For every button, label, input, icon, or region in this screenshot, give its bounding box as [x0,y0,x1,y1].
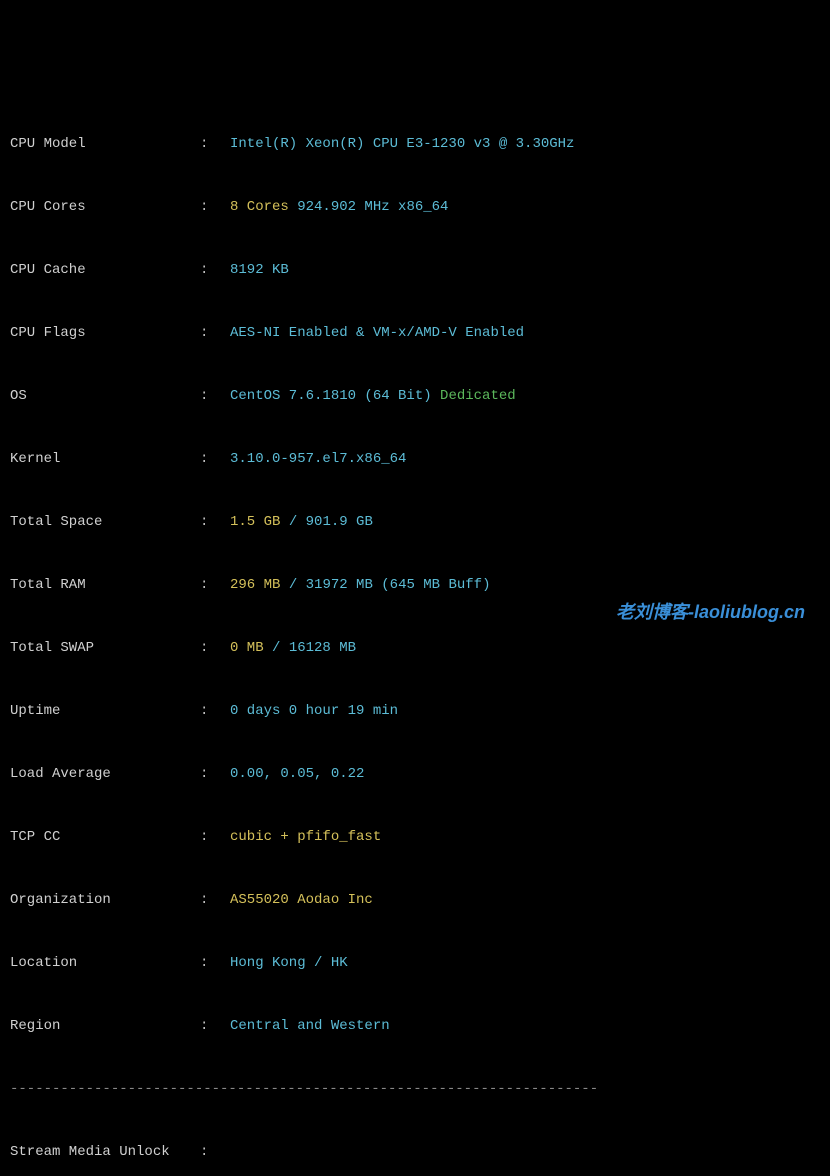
region-label: Region [10,1016,200,1037]
tcp-cc-row: TCP CC : cubic + pfifo_fast [10,827,820,848]
colon: : [200,134,230,155]
load-avg-row: Load Average : 0.00, 0.05, 0.22 [10,764,820,785]
cpu-model-row: CPU Model : Intel(R) Xeon(R) CPU E3-1230… [10,134,820,155]
total-ram-value: 296 MB / 31972 MB (645 MB Buff) [230,575,820,596]
total-swap-value: 0 MB / 16128 MB [230,638,820,659]
total-space-label: Total Space [10,512,200,533]
stream-header: Stream Media Unlock [10,1142,200,1163]
region-row: Region : Central and Western [10,1016,820,1037]
colon: : [200,260,230,281]
colon: : [200,701,230,722]
location-label: Location [10,953,200,974]
colon: : [200,827,230,848]
tcp-cc-value: cubic + pfifo_fast [230,827,820,848]
cpu-model-label: CPU Model [10,134,200,155]
stream-header-row: Stream Media Unlock : [10,1142,820,1163]
total-swap-label: Total SWAP [10,638,200,659]
kernel-value: 3.10.0-957.el7.x86_64 [230,449,820,470]
cpu-cores-value: 8 Cores 924.902 MHz x86_64 [230,197,820,218]
total-space-row: Total Space : 1.5 GB / 901.9 GB [10,512,820,533]
location-row: Location : Hong Kong / HK [10,953,820,974]
colon: : [200,1016,230,1037]
location-value: Hong Kong / HK [230,953,820,974]
total-ram-row: Total RAM : 296 MB / 31972 MB (645 MB Bu… [10,575,820,596]
os-row: OS : CentOS 7.6.1810 (64 Bit) Dedicated [10,386,820,407]
kernel-row: Kernel : 3.10.0-957.el7.x86_64 [10,449,820,470]
divider: ----------------------------------------… [10,1079,820,1100]
total-ram-label: Total RAM [10,575,200,596]
cpu-flags-value: AES-NI Enabled & VM-x/AMD-V Enabled [230,323,820,344]
uptime-label: Uptime [10,701,200,722]
colon: : [200,449,230,470]
load-avg-value: 0.00, 0.05, 0.22 [230,764,820,785]
colon: : [200,764,230,785]
cpu-cache-row: CPU Cache : 8192 KB [10,260,820,281]
total-space-value: 1.5 GB / 901.9 GB [230,512,820,533]
kernel-label: Kernel [10,449,200,470]
colon: : [200,638,230,659]
colon: : [200,386,230,407]
colon: : [200,953,230,974]
os-value: CentOS 7.6.1810 (64 Bit) Dedicated [230,386,820,407]
tcp-cc-label: TCP CC [10,827,200,848]
cpu-cache-label: CPU Cache [10,260,200,281]
org-label: Organization [10,890,200,911]
watermark: 老刘博客-laoliublog.cn [616,599,805,626]
cpu-flags-label: CPU Flags [10,323,200,344]
cpu-cores-row: CPU Cores : 8 Cores 924.902 MHz x86_64 [10,197,820,218]
cpu-model-value: Intel(R) Xeon(R) CPU E3-1230 v3 @ 3.30GH… [230,134,820,155]
cpu-flags-row: CPU Flags : AES-NI Enabled & VM-x/AMD-V … [10,323,820,344]
os-label: OS [10,386,200,407]
colon: : [200,197,230,218]
colon: : [200,575,230,596]
cpu-cores-label: CPU Cores [10,197,200,218]
uptime-value: 0 days 0 hour 19 min [230,701,820,722]
colon: : [200,512,230,533]
load-avg-label: Load Average [10,764,200,785]
org-value: AS55020 Aodao Inc [230,890,820,911]
colon: : [200,890,230,911]
uptime-row: Uptime : 0 days 0 hour 19 min [10,701,820,722]
cpu-cache-value: 8192 KB [230,260,820,281]
region-value: Central and Western [230,1016,820,1037]
org-row: Organization : AS55020 Aodao Inc [10,890,820,911]
colon: : [200,323,230,344]
total-swap-row: Total SWAP : 0 MB / 16128 MB [10,638,820,659]
colon: : [200,1142,230,1163]
